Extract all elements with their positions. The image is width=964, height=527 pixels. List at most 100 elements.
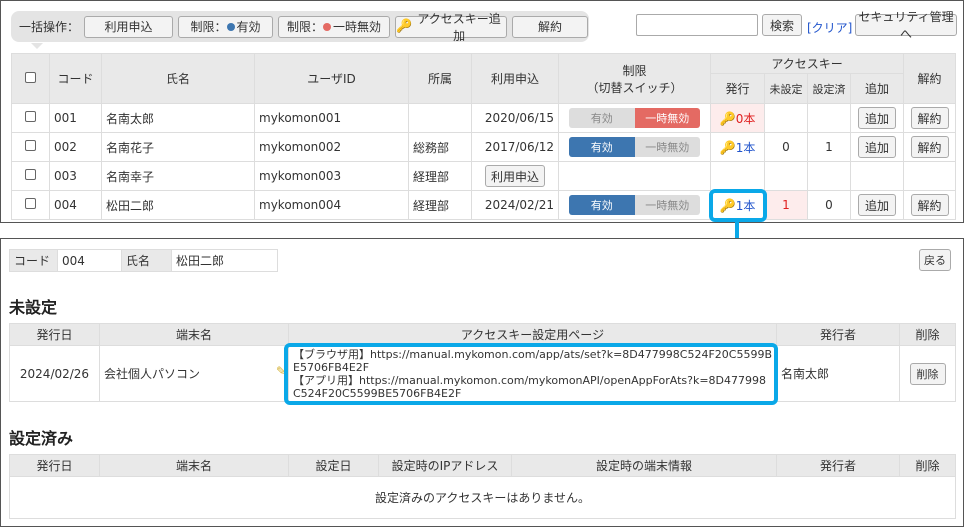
select-all-checkbox[interactable] <box>25 72 36 83</box>
row-checkbox[interactable] <box>25 140 36 151</box>
issued-count[interactable]: 1本 <box>736 141 756 155</box>
label: 有効 <box>237 18 261 35</box>
header-access-key: アクセスキー <box>711 54 904 74</box>
cancel-button[interactable]: 解約 <box>911 136 949 158</box>
switch-on[interactable]: 有効 <box>569 137 635 157</box>
apply-button[interactable]: 利用申込 <box>485 165 545 187</box>
table-row: 004 松田二郎 mykomon004 経理部 2024/02/21有効一時無効… <box>12 191 956 220</box>
cancel-button[interactable]: 解約 <box>911 194 949 216</box>
dept: 経理部 <box>409 162 472 191</box>
dept: 総務部 <box>409 133 472 162</box>
header-name: 氏名 <box>102 54 255 104</box>
header: 削除 <box>900 324 956 346</box>
header: 発行日 <box>10 324 100 346</box>
set-count: 0 <box>808 191 851 220</box>
set-heading: 設定済み <box>9 425 73 449</box>
code: 003 <box>50 162 102 191</box>
add-key-button[interactable]: 追加 <box>858 194 896 216</box>
header-issued: 発行 <box>711 74 765 104</box>
delete-button[interactable]: 削除 <box>910 363 946 385</box>
limit-switch[interactable]: 有効一時無効 <box>569 137 700 157</box>
users-table: コード 氏名 ユーザID 所属 利用申込 制限（切替スイッチ） アクセスキー 解… <box>11 53 956 220</box>
label: 一時無効 <box>333 18 381 35</box>
unset-heading: 未設定 <box>9 294 57 318</box>
row-checkbox[interactable] <box>25 169 36 180</box>
device-cell: 会社個人パソコン✎ <box>100 346 289 402</box>
switch-off[interactable]: 一時無効 <box>635 108 701 128</box>
header: 端末名 <box>100 324 289 346</box>
limit-switch[interactable]: 有効一時無効 <box>569 195 700 215</box>
search-button[interactable]: 検索 <box>762 14 802 36</box>
table-row: 001 名南太郎 mykomon001 2020/06/15有効一時無効 🔑0本… <box>12 104 956 133</box>
cancel-button[interactable]: 解約 <box>911 107 949 129</box>
userid: mykomon003 <box>255 162 409 191</box>
device-name: 会社個人パソコン <box>104 367 200 381</box>
unset-count <box>765 104 808 133</box>
issued-count[interactable]: 0本 <box>736 112 756 126</box>
empty-message: 設定済みのアクセスキーはありません。 <box>10 477 956 519</box>
header: 発行者 <box>777 455 900 477</box>
set-count <box>808 162 851 191</box>
unset-count <box>765 162 808 191</box>
code-label: コード <box>10 250 58 272</box>
userid: mykomon001 <box>255 104 409 133</box>
back-button[interactable]: 戻る <box>919 249 951 271</box>
security-button[interactable]: セキュリティ管理へ <box>855 14 957 36</box>
search-input[interactable] <box>636 14 758 36</box>
bulk-apply-button[interactable]: 利用申込 <box>84 16 173 38</box>
row-checkbox[interactable] <box>25 198 36 209</box>
highlight-box <box>284 343 778 405</box>
switch-on[interactable]: 有効 <box>569 195 635 215</box>
table-row: 002 名南花子 mykomon002 総務部 2017/06/12 有効一時無効… <box>12 133 956 162</box>
apply-date: 2017/06/12 <box>485 140 554 154</box>
header-apply: 利用申込 <box>472 54 559 104</box>
header-unset: 未設定 <box>765 74 808 104</box>
add-key-button[interactable]: 追加 <box>858 107 896 129</box>
key-icon: 🔑 <box>720 141 736 156</box>
set-count <box>808 104 851 133</box>
set-count: 1 <box>808 133 851 162</box>
bulk-label: 一括操作： <box>19 18 79 35</box>
header: 設定時のIPアドレス <box>379 455 512 477</box>
header-code: コード <box>50 54 102 104</box>
key-detail-panel: コード004氏名松田二郎 戻る 未設定 発行日 端末名 アクセスキー設定用ページ… <box>0 238 964 527</box>
userid: mykomon004 <box>255 191 409 220</box>
label: アクセスキー追加 <box>412 10 506 44</box>
row-checkbox[interactable] <box>25 111 36 122</box>
switch-off[interactable]: 一時無効 <box>635 137 701 157</box>
header: 端末名 <box>100 455 289 477</box>
header-add: 追加 <box>851 74 904 104</box>
bulk-disable-button[interactable]: 制限：一時無効 <box>278 16 390 38</box>
label: 制限： <box>191 18 227 35</box>
switch-off[interactable]: 一時無効 <box>635 195 701 215</box>
header: 発行日 <box>10 455 100 477</box>
issue-date: 2024/02/26 <box>10 346 100 402</box>
bulk-cancel-button[interactable]: 解約 <box>512 16 588 38</box>
code: 002 <box>50 133 102 162</box>
header-userid: ユーザID <box>255 54 409 104</box>
header: 設定日 <box>289 455 379 477</box>
bulk-enable-button[interactable]: 制限： 有効 <box>178 16 273 38</box>
user-list-panel: 一括操作： 利用申込 制限：有効 制限：一時無効 🔑アクセスキー追加 解約 検索… <box>0 0 964 223</box>
code-value: 004 <box>58 250 122 272</box>
name: 松田二郎 <box>102 191 255 220</box>
clear-link[interactable]: [クリア] <box>807 19 852 36</box>
label: （切替スイッチ） <box>563 79 706 96</box>
name-label: 氏名 <box>122 250 172 272</box>
code: 001 <box>50 104 102 133</box>
limit-switch[interactable]: 有効一時無効 <box>569 108 700 128</box>
name: 名南花子 <box>102 133 255 162</box>
header-dept: 所属 <box>409 54 472 104</box>
add-key-button[interactable]: 追加 <box>858 136 896 158</box>
header-cancel: 解約 <box>904 54 956 104</box>
userid: mykomon002 <box>255 133 409 162</box>
issuer: 名南太郎 <box>777 346 900 402</box>
name: 名南太郎 <box>102 104 255 133</box>
switch-on[interactable]: 有効 <box>569 108 635 128</box>
header: 削除 <box>900 455 956 477</box>
red-dot-icon <box>323 23 331 31</box>
header-limit: 制限（切替スイッチ） <box>559 54 711 104</box>
label: 制限 <box>563 62 706 79</box>
bulk-add-key-button[interactable]: 🔑アクセスキー追加 <box>395 16 507 38</box>
header: 発行者 <box>777 324 900 346</box>
